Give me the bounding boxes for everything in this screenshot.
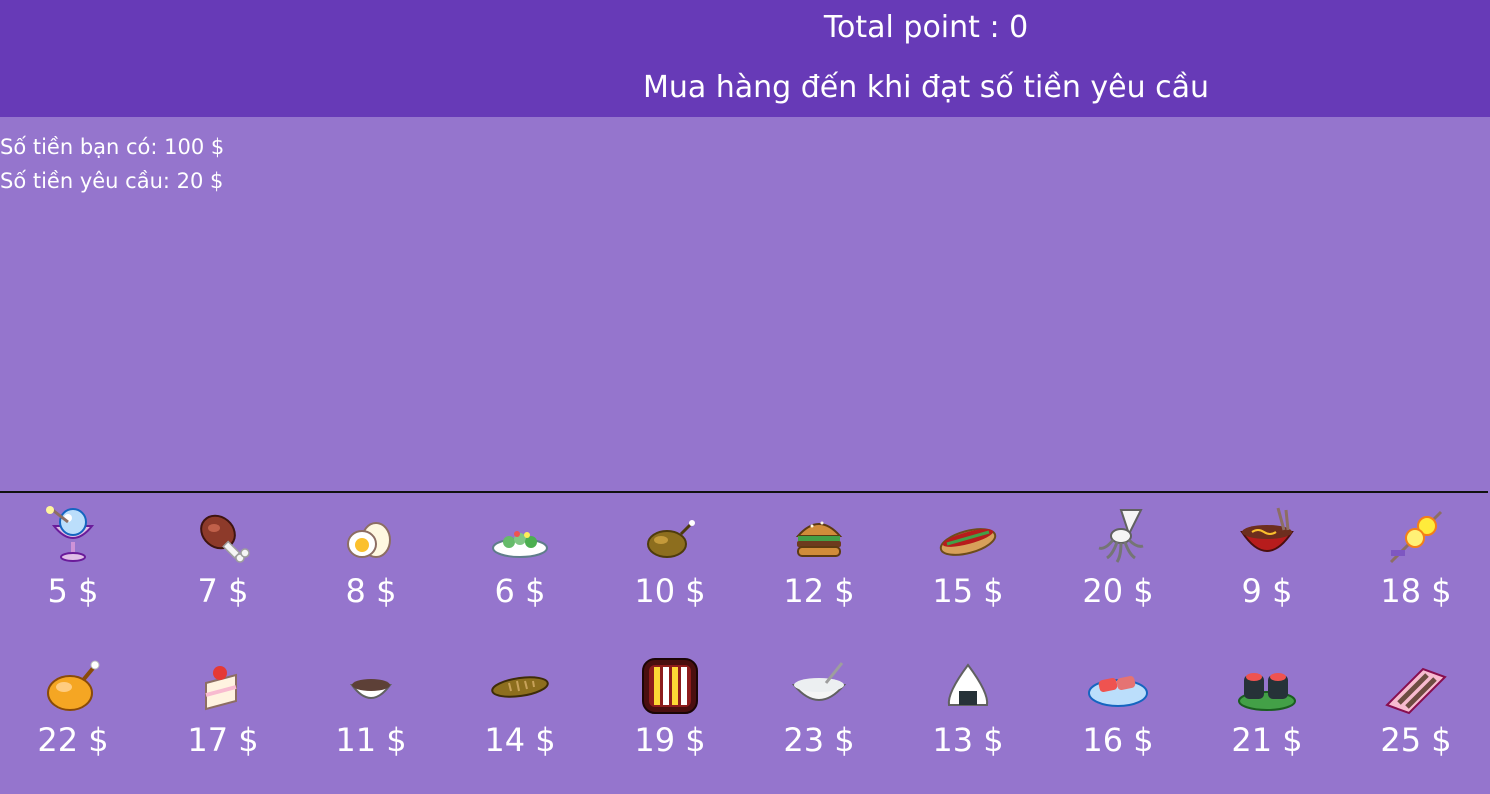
bento-box-icon [642,658,698,714]
porridge-bowl-icon [791,662,847,701]
ramen-bowl-icon [1240,507,1294,552]
money-have: Số tiền bạn có: 100 $ [0,135,225,159]
shop-item-17[interactable]: 16 $ [1045,643,1185,778]
sushi-roll-icon [1238,673,1296,711]
shop-item-14[interactable]: 19 $ [597,643,737,778]
shop-item-6[interactable]: 15 $ [895,494,1035,629]
item-price: 11 $ [335,721,407,759]
item-price: 13 $ [932,721,1004,759]
yakitori-plate-icon [1385,667,1447,715]
roast-chicken-icon [47,660,100,711]
meat-leg-icon [200,514,250,563]
soup-bowl-icon [350,679,392,699]
shop-item-5[interactable]: 12 $ [746,494,886,629]
roast-bird-icon [647,520,695,558]
instruction-text: Mua hàng đến khi đạt số tiền yêu cầu [642,70,1210,105]
item-price: 10 $ [634,572,706,610]
item-price: 19 $ [634,721,706,759]
shop-item-16[interactable]: 13 $ [895,643,1035,778]
shop-item-1[interactable]: 7 $ [150,494,290,629]
hamburger-icon [795,521,843,557]
item-price: 6 $ [494,572,546,610]
shop-divider [0,491,1488,493]
item-price: 18 $ [1380,572,1452,610]
shop-item-11[interactable]: 17 $ [150,643,290,778]
total-point: Total point : 0 [823,10,1029,45]
shop-item-8[interactable]: 9 $ [1194,494,1334,629]
item-price: 12 $ [783,572,855,610]
item-price: 7 $ [197,572,249,610]
hot-dog-icon [939,528,997,556]
shop-item-3[interactable]: 6 $ [447,494,587,629]
shop-item-9[interactable]: 18 $ [1343,494,1483,629]
item-price: 23 $ [783,721,855,759]
shop-item-2[interactable]: 8 $ [298,494,438,629]
boiled-egg-icon [347,522,391,558]
shop-item-19[interactable]: 25 $ [1343,643,1483,778]
item-price: 20 $ [1082,572,1154,610]
shop-item-4[interactable]: 10 $ [597,494,737,629]
shop-item-7[interactable]: 20 $ [1045,494,1185,629]
sashimi-plate-icon [1088,676,1148,707]
ice-cream-sundae-icon [46,506,95,562]
squid-icon [1098,509,1144,563]
strawberry-cake-icon [205,666,237,711]
shop-item-13[interactable]: 14 $ [447,643,587,778]
item-price: 14 $ [484,721,556,759]
shop-item-10[interactable]: 22 $ [0,643,140,778]
grilled-fish-icon [491,676,549,698]
salad-plate-icon [492,531,548,558]
money-info: Số tiền bạn có: 100 $ Số tiền yêu cầu: 2… [0,130,224,198]
item-price: 16 $ [1082,721,1154,759]
item-price: 15 $ [932,572,1004,610]
money-required: Số tiền yêu cầu: 20 $ [0,169,224,193]
item-price: 25 $ [1380,721,1452,759]
item-price: 5 $ [47,572,99,610]
item-price: 9 $ [1241,572,1293,610]
shop-item-12[interactable]: 11 $ [298,643,438,778]
skewer-icon [1389,510,1443,564]
shop-item-0[interactable]: 5 $ [0,494,140,629]
shop-grid: 5 $ 7 $ 8 $ 6 $ 10 $ 12 $ 15 $ 20 $ 9 $ … [0,494,1490,794]
item-price: 17 $ [187,721,259,759]
shop-item-15[interactable]: 23 $ [746,643,886,778]
item-price: 22 $ [37,721,109,759]
shop-item-18[interactable]: 21 $ [1194,643,1334,778]
onigiri-icon [947,663,989,706]
item-price: 8 $ [345,572,397,610]
item-price: 21 $ [1231,721,1303,759]
header-bar: Total point : 0 Mua hàng đến khi đạt số … [0,0,1490,117]
